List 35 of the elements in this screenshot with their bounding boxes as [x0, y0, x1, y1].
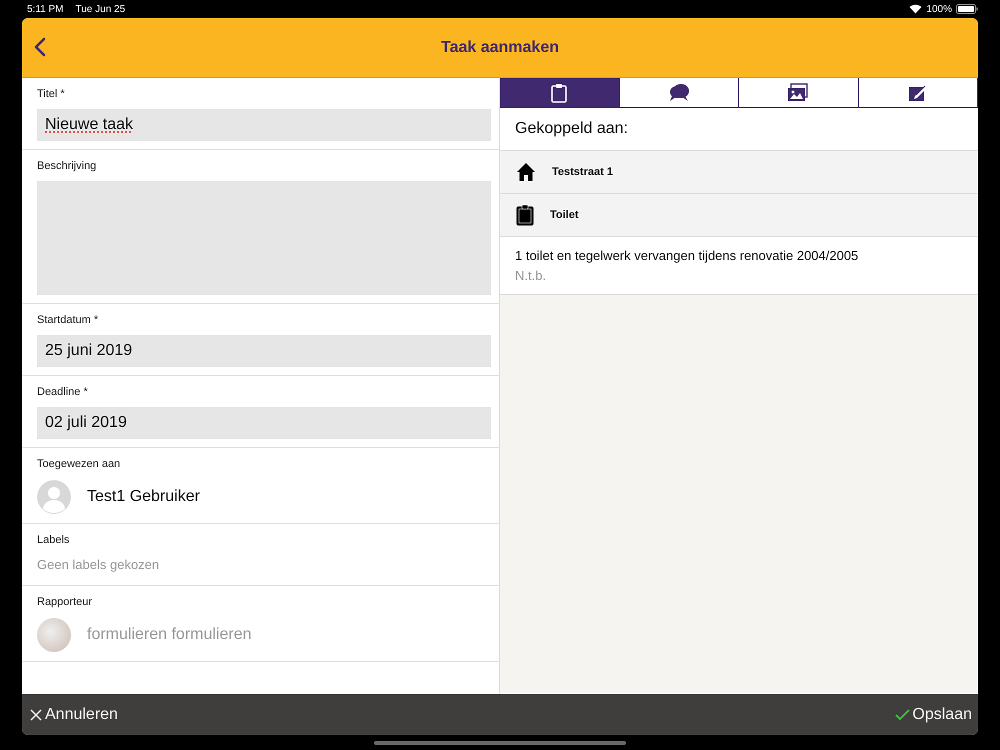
wifi-icon	[909, 4, 922, 14]
field-label: Toegewezen aan	[37, 458, 120, 470]
field-label: Beschrijving	[37, 160, 96, 172]
clipboard-icon	[551, 82, 568, 102]
speech-bubbles-icon	[668, 82, 690, 102]
clipboard-icon	[516, 204, 534, 226]
input-field[interactable]: 25 juni 2019	[37, 335, 491, 367]
avatar-photo	[37, 618, 71, 652]
edit-icon	[908, 84, 928, 102]
save-button[interactable]: Opslaan	[895, 706, 972, 724]
field-label: Labels	[37, 534, 70, 546]
field-label: Titel *	[37, 88, 65, 100]
house-icon	[516, 162, 536, 182]
battery-icon	[956, 4, 978, 14]
photos-icon	[787, 82, 810, 102]
field-label: Deadline *	[37, 386, 88, 398]
back-button[interactable]	[32, 36, 48, 58]
input-field[interactable]: 02 juli 2019	[37, 407, 491, 439]
status-date: Tue Jun 25	[76, 4, 126, 14]
page-title: Taak aanmaken	[440, 38, 560, 56]
tab[interactable]	[500, 78, 620, 107]
linked-heading: Gekoppeld aan:	[515, 120, 628, 138]
input-field[interactable]: Nieuwe taak	[37, 109, 491, 141]
avatar-icon	[37, 480, 71, 514]
description-note: N.t.b.	[515, 268, 546, 283]
status-time: 5:11 PM	[27, 4, 64, 14]
person-name: Test1 Gebruiker	[87, 488, 200, 506]
task-description: 1 toilet en tegelwerk vervangen tijdens renovatie 2004/2005	[515, 248, 858, 263]
field-label: Rapporteur	[37, 596, 92, 608]
person-name: formulieren formulieren	[87, 626, 252, 644]
field-label: Startdatum *	[37, 314, 98, 326]
check-icon	[895, 708, 910, 720]
battery-percentage: 100%	[926, 4, 952, 14]
cancel-button[interactable]: Annuleren	[29, 706, 118, 724]
close-icon	[29, 708, 43, 722]
